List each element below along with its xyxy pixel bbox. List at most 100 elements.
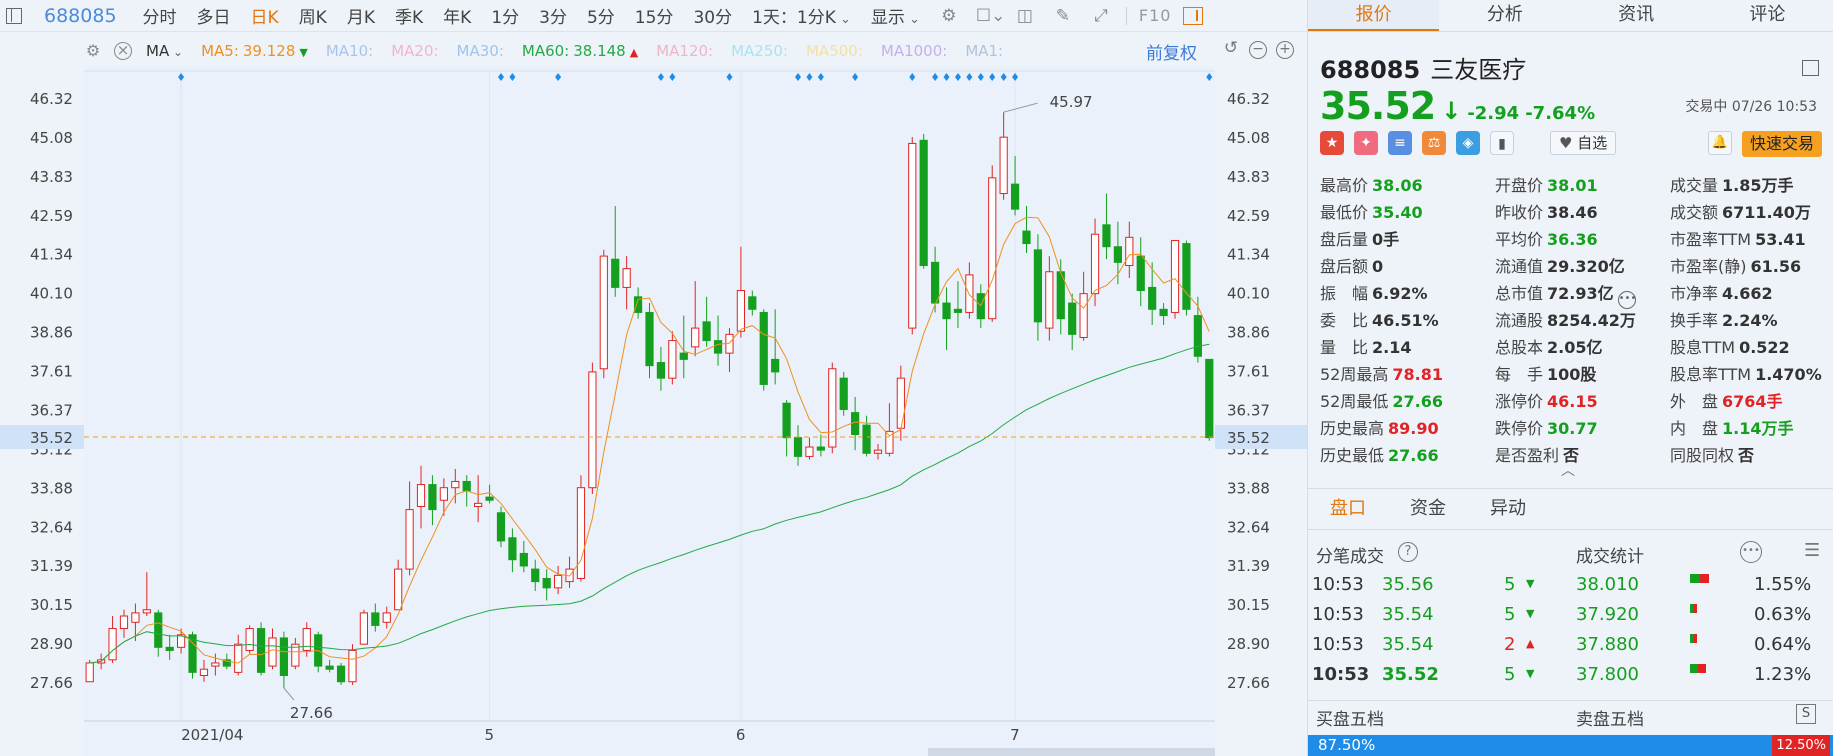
reset-icon[interactable]: ↺: [1222, 40, 1240, 59]
period-select[interactable]: 1天：1分K: [742, 3, 861, 28]
stat-cell: 市盈率TTM 53.41: [1670, 226, 1806, 250]
tab-6[interactable]: 年K: [433, 3, 481, 28]
stat-label: 成交量: [1670, 176, 1719, 195]
quote-tab-2[interactable]: 资讯: [1571, 0, 1702, 31]
more-icon[interactable]: •••: [1740, 541, 1762, 563]
pencil-icon[interactable]: ✎: [1052, 7, 1074, 25]
fast-trade-button[interactable]: 快速交易: [1742, 131, 1823, 157]
help-icon[interactable]: ?: [1398, 542, 1418, 562]
ma-settings-icon[interactable]: ⚙: [84, 42, 102, 60]
quote-tab-3[interactable]: 评论: [1702, 0, 1833, 31]
trade-pct: 1.55%: [1754, 574, 1812, 595]
bell-icon[interactable]: 🔔: [1708, 131, 1732, 155]
order-tab-2[interactable]: 异动: [1468, 489, 1548, 529]
y-tick-left: 43.83: [30, 168, 73, 186]
order-tab-0[interactable]: 盘口: [1308, 489, 1388, 529]
sidebar-toggle-icon[interactable]: [6, 7, 22, 24]
tab-2[interactable]: 日K: [241, 3, 289, 28]
y-tick-right: 31.39: [1227, 557, 1270, 575]
tab-4[interactable]: 月K: [337, 3, 385, 28]
ma-item-name: MA60:: [521, 42, 570, 60]
camera-icon[interactable]: ◫: [1014, 7, 1036, 25]
quote-tab-0[interactable]: 报价: [1308, 0, 1440, 31]
candle-body: [759, 311, 768, 385]
price-change: -2.94: [1467, 103, 1520, 124]
scale-icon[interactable]: ⚖: [1422, 131, 1446, 155]
fullscreen-icon[interactable]: ⤢: [1090, 7, 1112, 25]
y-tick-right: 40.10: [1227, 285, 1270, 303]
layout-icon[interactable]: [1802, 60, 1819, 76]
candle-body: [554, 574, 563, 589]
range-scroll-thumb: [928, 748, 1215, 756]
candle-body: [531, 568, 540, 583]
zoom-in-icon[interactable]: +: [1276, 41, 1294, 59]
stat-value: 2.05亿: [1547, 338, 1603, 357]
order-tab-1[interactable]: 资金: [1388, 489, 1468, 529]
stat-cell: 内 盘 1.14万手: [1670, 415, 1794, 439]
y-tick-left: 45.08: [30, 129, 73, 147]
tab-3[interactable]: 周K: [289, 3, 337, 28]
candle-body: [1079, 293, 1088, 338]
five-level-toggle-icon[interactable]: S: [1796, 704, 1816, 724]
triangle-up-icon: ▲: [1526, 637, 1535, 650]
bookmark-icon[interactable]: ▮: [1490, 131, 1514, 155]
stat-cell: 历史最低 27.66: [1320, 442, 1439, 466]
zoom-out-icon[interactable]: −: [1249, 41, 1267, 59]
y-tick-left: 38.86: [30, 324, 73, 342]
tab-10[interactable]: 15分: [625, 3, 684, 28]
display-menu[interactable]: 显示: [861, 3, 930, 28]
adjust-select[interactable]: 前复权: [1146, 39, 1197, 64]
tab-8[interactable]: 3分: [529, 3, 577, 28]
tab-11[interactable]: 30分: [683, 3, 742, 28]
stat-cell: 流通值 29.320亿: [1495, 253, 1625, 277]
stats-row: 振 幅 6.92% 总市值 72.93亿 ••• 市净率 4.662: [1320, 280, 1830, 309]
stat-label: 最高价: [1320, 176, 1369, 195]
add-watchlist-button[interactable]: ♥ 自选: [1550, 131, 1617, 155]
stat-value: 46.15: [1547, 392, 1598, 411]
list-icon[interactable]: ☰: [1804, 540, 1820, 561]
settings-icon[interactable]: ⚙: [938, 7, 960, 25]
stat-value: 27.66: [1392, 392, 1443, 411]
candle-body: [656, 362, 666, 379]
price-change-pct: -7.64%: [1525, 103, 1596, 124]
chevron-up-icon[interactable]: ︿: [1561, 460, 1575, 480]
tab-9[interactable]: 5分: [577, 3, 625, 28]
ma-select[interactable]: MA: [146, 42, 183, 60]
stat-value: 38.46: [1547, 203, 1598, 222]
candle-body: [1102, 224, 1111, 248]
frame-select-icon[interactable]: ☐⌄: [976, 7, 1005, 25]
database-icon[interactable]: ≡: [1388, 131, 1412, 155]
tab-1[interactable]: 多日: [187, 3, 241, 28]
stat-value: 1.470%: [1755, 365, 1822, 384]
stat-cell: 总市值 72.93亿 •••: [1495, 280, 1636, 309]
side-panel-toggle-icon[interactable]: [1183, 6, 1204, 25]
star-market-icon[interactable]: ✦: [1354, 131, 1378, 155]
tab-0[interactable]: 分时: [133, 3, 187, 28]
stat-cell: 成交量 1.85万手: [1670, 172, 1794, 196]
f10-button[interactable]: F10: [1139, 6, 1172, 25]
quote-tab-1[interactable]: 分析: [1439, 0, 1570, 31]
candle-body: [908, 142, 917, 329]
stat-value: 53.41: [1755, 230, 1806, 249]
china-flag-icon[interactable]: ★: [1320, 131, 1344, 155]
tag-icon[interactable]: ◈: [1456, 131, 1480, 155]
tab-5[interactable]: 季K: [385, 3, 433, 28]
stat-label: 同股同权: [1670, 446, 1735, 465]
stats-row: 历史最低 27.66 是否盈利 否同股同权否: [1320, 442, 1830, 469]
candle-body: [839, 377, 848, 410]
stat-value: 38.01: [1547, 176, 1598, 195]
ma-item-5: MA120:: [656, 42, 713, 60]
y-tick-left: 33.88: [30, 479, 73, 497]
ma-close-icon[interactable]: ×: [114, 42, 132, 60]
tab-7[interactable]: 1分: [481, 3, 529, 28]
heart-icon: ♥: [1559, 134, 1578, 152]
stats-row: 委 比 46.51% 流通股 8254.42万 换手率 2.24%: [1320, 307, 1830, 334]
stat-label: 成交额: [1670, 203, 1719, 222]
stat-price: 37.920: [1576, 604, 1639, 625]
kline-chart[interactable]: 46.32 46.32 45.08 45.08 43.83 43.83 42.59 42.59…: [0, 66, 1307, 756]
stat-label: 外 盘: [1670, 392, 1719, 411]
stat-label: 总股本: [1495, 338, 1544, 357]
candle-body: [405, 509, 414, 570]
candle-body: [793, 437, 803, 457]
stock-code-tab[interactable]: 688085: [44, 5, 117, 27]
